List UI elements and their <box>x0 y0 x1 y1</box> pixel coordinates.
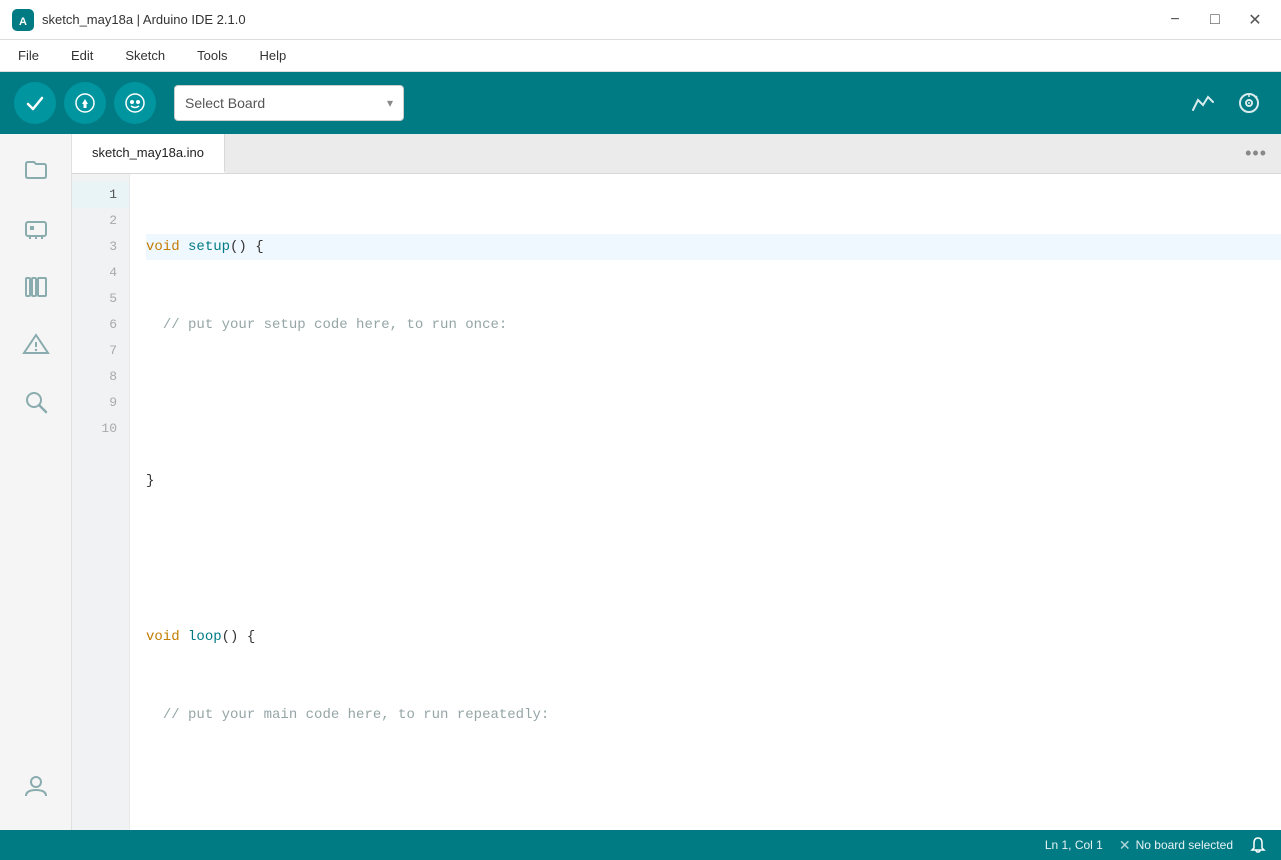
arduino-logo-icon: A <box>12 9 34 31</box>
upload-button[interactable] <box>64 82 106 124</box>
toolbar-right <box>1185 85 1267 121</box>
serial-plotter-button[interactable] <box>1185 85 1221 121</box>
line-numbers: 1 2 3 4 5 6 7 8 9 10 <box>72 174 130 830</box>
search-icon <box>22 388 50 416</box>
line-number-8: 8 <box>72 364 129 390</box>
sidebar-item-boards[interactable] <box>10 202 62 254</box>
code-line-2: // put your setup code here, to run once… <box>146 312 1281 338</box>
code-line-4: } <box>146 468 1281 494</box>
more-options-button[interactable]: ••• <box>1231 143 1281 164</box>
verify-button[interactable] <box>14 82 56 124</box>
no-board-text: No board selected <box>1136 838 1233 852</box>
sidebar-item-debug[interactable] <box>10 318 62 370</box>
plotter-icon <box>1190 90 1216 116</box>
title-bar-controls: − □ ✕ <box>1161 6 1269 34</box>
notification-bell[interactable] <box>1249 836 1267 854</box>
line-number-3: 3 <box>72 234 129 260</box>
line-number-6: 6 <box>72 312 129 338</box>
library-icon <box>22 272 50 300</box>
monitor-icon <box>1236 90 1262 116</box>
tab-label: sketch_may18a.ino <box>92 145 204 160</box>
maximize-button[interactable]: □ <box>1201 6 1229 34</box>
code-line-8 <box>146 780 1281 806</box>
upload-arrow-icon <box>74 92 96 114</box>
sidebar-item-user[interactable] <box>10 760 62 812</box>
sidebar-item-library[interactable] <box>10 260 62 312</box>
cursor-position: Ln 1, Col 1 <box>1045 838 1103 852</box>
line-number-9: 9 <box>72 390 129 416</box>
menu-item-help[interactable]: Help <box>253 44 292 67</box>
no-board-status: ✕ No board selected <box>1119 837 1233 854</box>
debug-sidebar-icon <box>22 330 50 358</box>
dropdown-arrow-icon: ▾ <box>387 96 393 110</box>
board-selector-text: Select Board <box>185 95 387 111</box>
close-button[interactable]: ✕ <box>1241 6 1269 34</box>
menu-item-tools[interactable]: Tools <box>191 44 233 67</box>
line-number-1: 1 <box>72 182 129 208</box>
sidebar <box>0 134 72 830</box>
window-title: sketch_may18a | Arduino IDE 2.1.0 <box>42 12 246 27</box>
svg-text:A: A <box>19 16 27 28</box>
code-line-6: void loop() { <box>146 624 1281 650</box>
line-number-7: 7 <box>72 338 129 364</box>
menu-item-sketch[interactable]: Sketch <box>119 44 171 67</box>
line-number-5: 5 <box>72 286 129 312</box>
x-icon: ✕ <box>1119 837 1131 854</box>
code-line-5 <box>146 546 1281 572</box>
sidebar-item-sketchbook[interactable] <box>10 144 62 196</box>
board-icon <box>22 214 50 242</box>
tab-bar: sketch_may18a.ino ••• <box>72 134 1281 174</box>
menu-bar: File Edit Sketch Tools Help <box>0 40 1281 72</box>
bell-icon <box>1249 836 1267 854</box>
folder-icon <box>22 156 50 184</box>
sidebar-item-search[interactable] <box>10 376 62 428</box>
menu-item-edit[interactable]: Edit <box>65 44 99 67</box>
title-bar-left: A sketch_may18a | Arduino IDE 2.1.0 <box>12 9 246 31</box>
menu-item-file[interactable]: File <box>12 44 45 67</box>
user-icon <box>22 772 50 800</box>
line-number-4: 4 <box>72 260 129 286</box>
debug-icon <box>124 92 146 114</box>
checkmark-icon <box>24 92 46 114</box>
minimize-button[interactable]: − <box>1161 6 1189 34</box>
tab-sketch[interactable]: sketch_may18a.ino <box>72 134 225 173</box>
serial-monitor-button[interactable] <box>1231 85 1267 121</box>
toolbar: Select Board ▾ <box>0 72 1281 134</box>
line-number-10: 10 <box>72 416 129 442</box>
title-bar: A sketch_may18a | Arduino IDE 2.1.0 − □ … <box>0 0 1281 40</box>
board-selector[interactable]: Select Board ▾ <box>174 85 404 121</box>
editor-area: sketch_may18a.ino ••• 1 2 3 4 5 6 7 8 9 … <box>72 134 1281 830</box>
debugger-button[interactable] <box>114 82 156 124</box>
line-number-2: 2 <box>72 208 129 234</box>
code-editor[interactable]: 1 2 3 4 5 6 7 8 9 10 void setup() { // p… <box>72 174 1281 830</box>
code-line-7: // put your main code here, to run repea… <box>146 702 1281 728</box>
status-bar: Ln 1, Col 1 ✕ No board selected <box>0 830 1281 860</box>
code-content[interactable]: void setup() { // put your setup code he… <box>130 174 1281 830</box>
code-line-3 <box>146 390 1281 416</box>
code-line-1: void setup() { <box>146 234 1281 260</box>
cursor-position-text: Ln 1, Col 1 <box>1045 838 1103 852</box>
main-area: sketch_may18a.ino ••• 1 2 3 4 5 6 7 8 9 … <box>0 134 1281 830</box>
